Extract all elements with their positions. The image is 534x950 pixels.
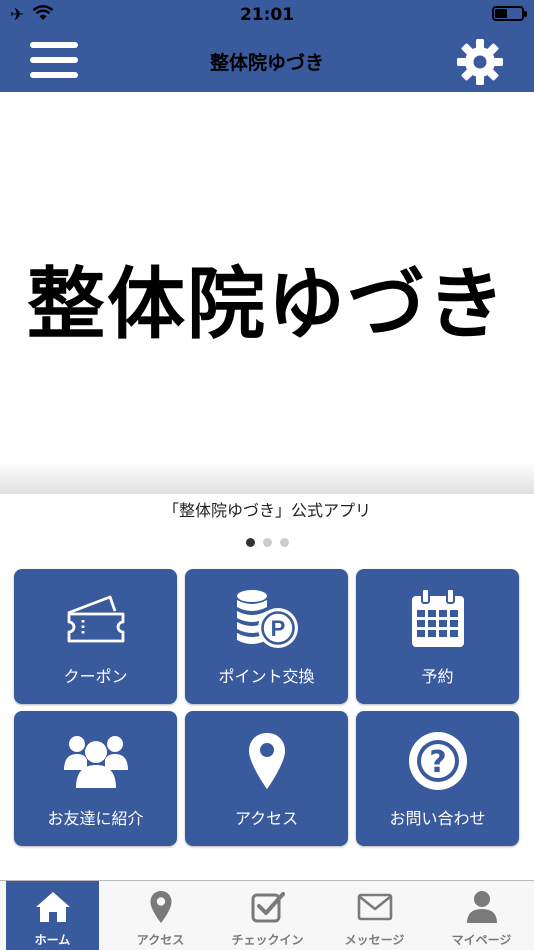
carousel-dots[interactable] — [0, 532, 534, 551]
envelope-icon — [357, 893, 392, 921]
banner-divider — [0, 462, 534, 494]
tile-coupon[interactable]: クーポン — [14, 569, 177, 704]
status-time: 21:01 — [239, 5, 295, 25]
carousel-dot[interactable] — [245, 538, 255, 547]
calendar-icon — [411, 588, 464, 647]
page-title: 整体院ゆづき — [209, 52, 324, 74]
tab-message[interactable]: メッセージ — [321, 881, 428, 950]
tile-label: ポイント交換 — [218, 667, 315, 686]
battery-icon — [492, 6, 527, 21]
svg-text:P: P — [270, 616, 285, 641]
checkin-icon — [251, 892, 285, 923]
tile-refer-friend[interactable]: お友達に紹介 — [14, 711, 177, 846]
ticket-icon — [67, 595, 124, 643]
tile-label: お問い合わせ — [389, 809, 486, 828]
home-icon — [35, 892, 70, 922]
tile-contact[interactable]: ? お問い合わせ — [356, 711, 519, 846]
tab-mypage[interactable]: マイページ — [428, 881, 534, 950]
map-pin-icon — [248, 733, 285, 789]
tab-label: チェックイン — [231, 933, 304, 947]
tab-access[interactable]: アクセス — [107, 881, 214, 950]
status-bar: ✈ 21:01 — [0, 0, 534, 30]
settings-gear-icon[interactable] — [456, 38, 504, 86]
bottom-tab-bar: ホーム アクセス チェックイン メッセージ マイページ — [0, 880, 534, 950]
tile-access[interactable]: アクセス — [185, 711, 348, 846]
tab-checkin[interactable]: チェックイン — [214, 881, 321, 950]
tab-label: アクセス — [136, 933, 185, 947]
group-icon — [63, 736, 128, 788]
tab-home[interactable]: ホーム — [6, 881, 99, 950]
tile-label: クーポン — [63, 667, 128, 686]
carousel-dot[interactable] — [279, 538, 289, 547]
tile-label: 予約 — [421, 667, 454, 686]
banner-caption: 「整体院ゆづき」公式アプリ — [162, 501, 371, 520]
map-pin-icon — [150, 891, 171, 923]
tile-label: アクセス — [234, 809, 299, 828]
app-header: ✈ 21:01 整体院ゆづき — [0, 0, 534, 92]
person-icon — [466, 891, 497, 923]
tile-label: お友達に紹介 — [47, 809, 144, 828]
svg-text:?: ? — [429, 745, 446, 780]
question-icon: ? — [408, 732, 467, 790]
tab-label: メッセージ — [344, 933, 405, 947]
tab-label: マイページ — [451, 933, 512, 947]
banner-logo-text: 整体院ゆづき — [26, 260, 507, 350]
tab-label: ホーム — [34, 933, 71, 947]
tile-reservation[interactable]: 予約 — [356, 569, 519, 704]
coins-point-icon: P — [236, 590, 298, 648]
tile-point-exchange[interactable]: P ポイント交換 — [185, 569, 348, 704]
carousel-dot[interactable] — [262, 538, 272, 547]
hero-banner[interactable]: 整体院ゆづき — [0, 92, 534, 492]
